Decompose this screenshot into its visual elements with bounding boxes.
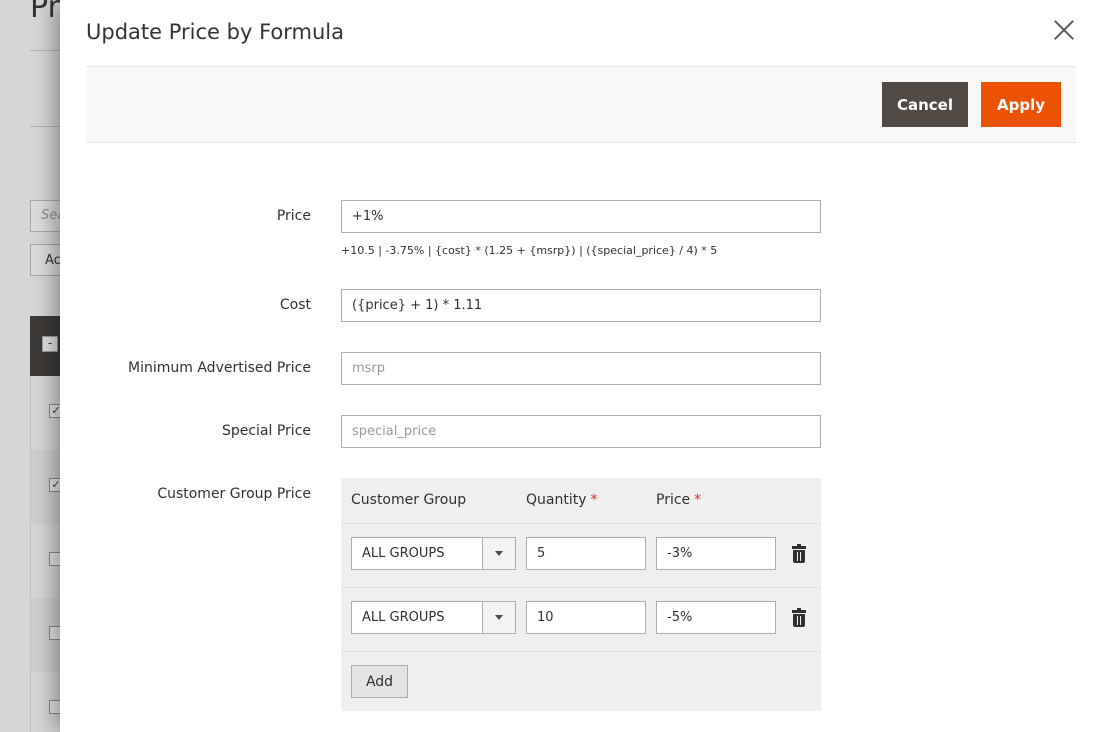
- column-header-price: Price *: [656, 492, 701, 508]
- table-row: ALL GROUPS: [341, 523, 821, 587]
- tier-price-input[interactable]: [656, 601, 776, 634]
- price-label: Price: [276, 208, 311, 224]
- chevron-down-icon[interactable]: [482, 602, 515, 633]
- cost-label: Cost: [279, 297, 311, 313]
- column-header-label: Price: [656, 492, 691, 508]
- price-input[interactable]: [341, 200, 821, 233]
- close-icon[interactable]: [1050, 16, 1078, 44]
- modal-toolbar: Cancel Apply: [86, 66, 1076, 143]
- table-row: ALL GROUPS: [341, 587, 821, 651]
- quantity-input[interactable]: [526, 601, 646, 634]
- special-price-label: Special Price: [221, 423, 311, 439]
- column-header-label: Quantity: [526, 492, 587, 508]
- customer-group-price-table: Customer Group Quantity * Price * ALL GROU…: [341, 478, 821, 711]
- quantity-input[interactable]: [526, 537, 646, 570]
- price-formula-note: +10.5 | -3.75% | {cost} * (1.25 + {msrp}…: [341, 244, 718, 257]
- customer-group-value: ALL GROUPS: [362, 546, 445, 561]
- add-tier-button[interactable]: Add: [351, 665, 408, 698]
- trash-icon[interactable]: [792, 544, 806, 563]
- cost-input[interactable]: [341, 289, 821, 322]
- customer-group-select[interactable]: ALL GROUPS: [351, 601, 516, 634]
- column-header-quantity: Quantity *: [526, 492, 598, 508]
- required-mark: *: [694, 492, 702, 508]
- customer-group-value: ALL GROUPS: [362, 610, 445, 625]
- trash-icon[interactable]: [792, 608, 806, 627]
- update-price-modal: Update Price by Formula Cancel Apply Pri…: [60, 0, 1098, 732]
- tier-price-input[interactable]: [656, 537, 776, 570]
- chevron-down-icon[interactable]: [482, 538, 515, 569]
- modal-title: Update Price by Formula: [86, 20, 344, 44]
- table-divider: [341, 651, 821, 652]
- required-mark: *: [590, 492, 598, 508]
- apply-button[interactable]: Apply: [981, 82, 1061, 127]
- customer-group-price-label: Customer Group Price: [157, 486, 311, 502]
- customer-group-select[interactable]: ALL GROUPS: [351, 537, 516, 570]
- column-header-customer-group: Customer Group: [351, 492, 466, 508]
- background-mass-select: -: [42, 336, 58, 352]
- special-price-input[interactable]: [341, 415, 821, 448]
- cancel-button[interactable]: Cancel: [882, 82, 968, 127]
- msrp-label: Minimum Advertised Price: [128, 360, 311, 376]
- column-header-label: Customer Group: [351, 492, 467, 508]
- msrp-input[interactable]: [341, 352, 821, 385]
